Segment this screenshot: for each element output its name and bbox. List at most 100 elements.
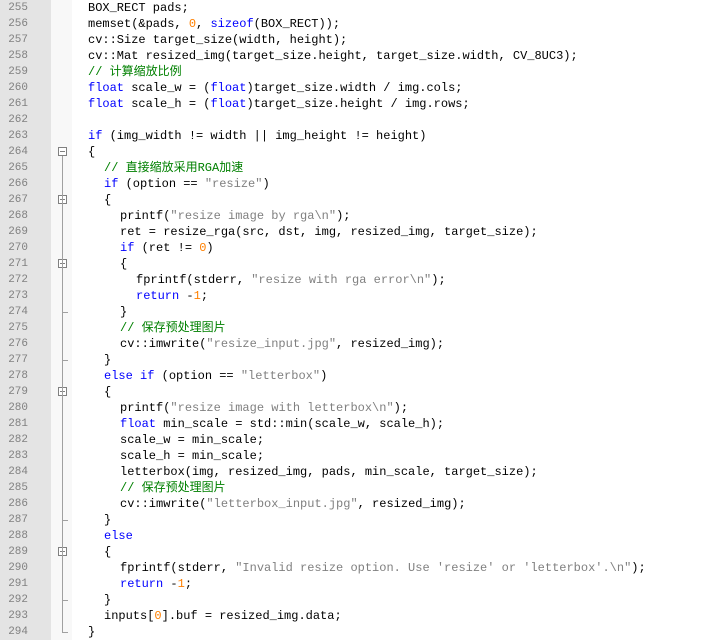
code-number: 1 (193, 289, 201, 303)
code-line[interactable]: 274} (0, 304, 709, 320)
code-line[interactable]: 278 else if (option == "letterbox") (0, 368, 709, 384)
code-line[interactable]: 279 { (0, 384, 709, 400)
line-number: 280 (8, 402, 28, 414)
code-line[interactable]: 263 if (img_width != width || img_height … (0, 128, 709, 144)
code-line[interactable]: 265 // 直接缩放采用RGA加速 (0, 160, 709, 176)
code-line[interactable]: 266 if (option == "resize") (0, 176, 709, 192)
code-text: return -1; (120, 576, 192, 592)
code-token: (ret != (134, 241, 200, 255)
code-line[interactable]: 272 fprintf(stderr, "resize with rga erro… (0, 272, 709, 288)
code-line[interactable]: 273 return -1; (0, 288, 709, 304)
code-line[interactable]: 264 { (0, 144, 709, 160)
code-keyword: sizeof (210, 17, 254, 31)
code-line[interactable]: 284 letterbox(img, resized_img, pads, min… (0, 464, 709, 480)
line-number: 267 (8, 194, 28, 206)
code-line[interactable]: 291 return -1; (0, 576, 709, 592)
code-line[interactable]: 294} (0, 624, 709, 640)
code-line[interactable]: 259 // 计算缩放比例 (0, 64, 709, 80)
code-token: inputs[ (104, 609, 155, 623)
code-string: "resize" (204, 177, 263, 191)
code-line[interactable]: 283 scale_h = min_scale; (0, 448, 709, 464)
code-line[interactable]: 276 cv::imwrite("resize_input.jpg", resiz… (0, 336, 709, 352)
code-string: "resize image by rga\n" (170, 209, 337, 223)
code-line[interactable]: 269 ret = resize_rga(src, dst, img, resiz… (0, 224, 709, 240)
code-token: letterbox(img, resized_img, pads, min_sc… (120, 465, 538, 479)
code-keyword: return (120, 577, 164, 591)
code-line[interactable]: 270 if (ret != 0) (0, 240, 709, 256)
code-keyword: if (120, 241, 135, 255)
code-text: printf("resize image with letterbox\n"); (120, 400, 408, 416)
code-line[interactable]: 258 cv::Mat resized_img(target_size.heigh… (0, 48, 709, 64)
code-comment: // 保存预处理图片 (120, 321, 226, 335)
code-text: float min_scale = std::min(scale_w, scal… (120, 416, 444, 432)
line-number: 261 (8, 98, 28, 110)
code-text: fprintf(stderr, "resize with rga error\n… (136, 272, 446, 288)
fold-end-marker (62, 632, 68, 633)
code-line[interactable]: 256 memset(&pads, 0, sizeof(BOX_RECT)); (0, 16, 709, 32)
line-number: 281 (8, 418, 28, 430)
code-number: 1 (177, 577, 185, 591)
line-number: 269 (8, 226, 28, 238)
code-keyword: float (210, 97, 247, 111)
line-number: 255 (8, 2, 28, 14)
code-text: scale_w = min_scale; (120, 432, 264, 448)
code-line[interactable]: 260 float scale_w = (float)target_size.wi… (0, 80, 709, 96)
line-number: 275 (8, 322, 28, 334)
code-line[interactable]: 277} (0, 352, 709, 368)
code-text: float scale_w = (float)target_size.width… (88, 80, 463, 96)
code-keyword: return (136, 289, 180, 303)
code-line[interactable]: 271 { (0, 256, 709, 272)
code-string: "resize with rga error\n" (251, 273, 432, 287)
line-number: 265 (8, 162, 28, 174)
line-number: 277 (8, 354, 28, 366)
code-line[interactable]: 257 cv::Size target_size(width, height); (0, 32, 709, 48)
code-text: letterbox(img, resized_img, pads, min_sc… (120, 464, 538, 480)
code-line[interactable]: 288 else (0, 528, 709, 544)
line-number: 285 (8, 482, 28, 494)
code-line[interactable]: 262 (0, 112, 709, 128)
code-token: ); (393, 401, 409, 415)
code-token: , resized_img); (357, 497, 466, 511)
code-line[interactable]: 289 { (0, 544, 709, 560)
code-token: cv::Mat resized_img(target_size.height, … (88, 49, 578, 63)
code-token: printf( (120, 401, 171, 415)
line-number: 258 (8, 50, 28, 62)
line-number: 274 (8, 306, 28, 318)
code-line[interactable]: 281 float min_scale = std::min(scale_w, s… (0, 416, 709, 432)
code-line[interactable]: 261 float scale_h = (float)target_size.he… (0, 96, 709, 112)
code-line[interactable]: 290 fprintf(stderr, "Invalid resize optio… (0, 560, 709, 576)
code-line[interactable]: 275 // 保存预处理图片 (0, 320, 709, 336)
code-line[interactable]: 268 printf("resize image by rga\n"); (0, 208, 709, 224)
code-text: } (104, 512, 111, 528)
code-editor[interactable]: 255 BOX_RECT pads; 256 memset(&pads, 0, siz… (0, 0, 709, 640)
code-text: } (104, 352, 111, 368)
code-comment: // 直接缩放采用RGA加速 (104, 161, 244, 175)
code-token: fprintf(stderr, (120, 561, 236, 575)
code-line[interactable]: 287} (0, 512, 709, 528)
code-line[interactable]: 293 inputs[0].buf = resized_img.data; (0, 608, 709, 624)
code-token: ) (206, 241, 214, 255)
code-line[interactable]: 255 BOX_RECT pads; (0, 0, 709, 16)
code-token: } (104, 593, 112, 607)
code-line[interactable]: 292} (0, 592, 709, 608)
code-token: - (179, 289, 194, 303)
code-string: "Invalid resize option. Use 'resize' or … (235, 561, 632, 575)
code-token: ); (336, 209, 351, 223)
code-text: // 计算缩放比例 (88, 64, 182, 80)
code-text: else (104, 528, 133, 544)
fold-collapse-icon[interactable] (58, 147, 67, 156)
line-number: 287 (8, 514, 28, 526)
code-line[interactable]: 280 printf("resize image with letterbox\n… (0, 400, 709, 416)
code-text: { (104, 544, 111, 560)
code-line[interactable]: 286 cv::imwrite("letterbox_input.jpg", re… (0, 496, 709, 512)
line-number: 276 (8, 338, 28, 350)
code-text: // 直接缩放采用RGA加速 (104, 160, 243, 176)
code-token: memset(&pads, (88, 17, 189, 31)
code-string: "letterbox" (240, 369, 321, 383)
code-line[interactable]: 267 { (0, 192, 709, 208)
code-token: min_scale = std::min(scale_w, scale_h); (156, 417, 445, 431)
code-line[interactable]: 285 // 保存预处理图片 (0, 480, 709, 496)
line-number: 284 (8, 466, 28, 478)
code-token: scale_w = min_scale; (120, 433, 265, 447)
code-line[interactable]: 282 scale_w = min_scale; (0, 432, 709, 448)
